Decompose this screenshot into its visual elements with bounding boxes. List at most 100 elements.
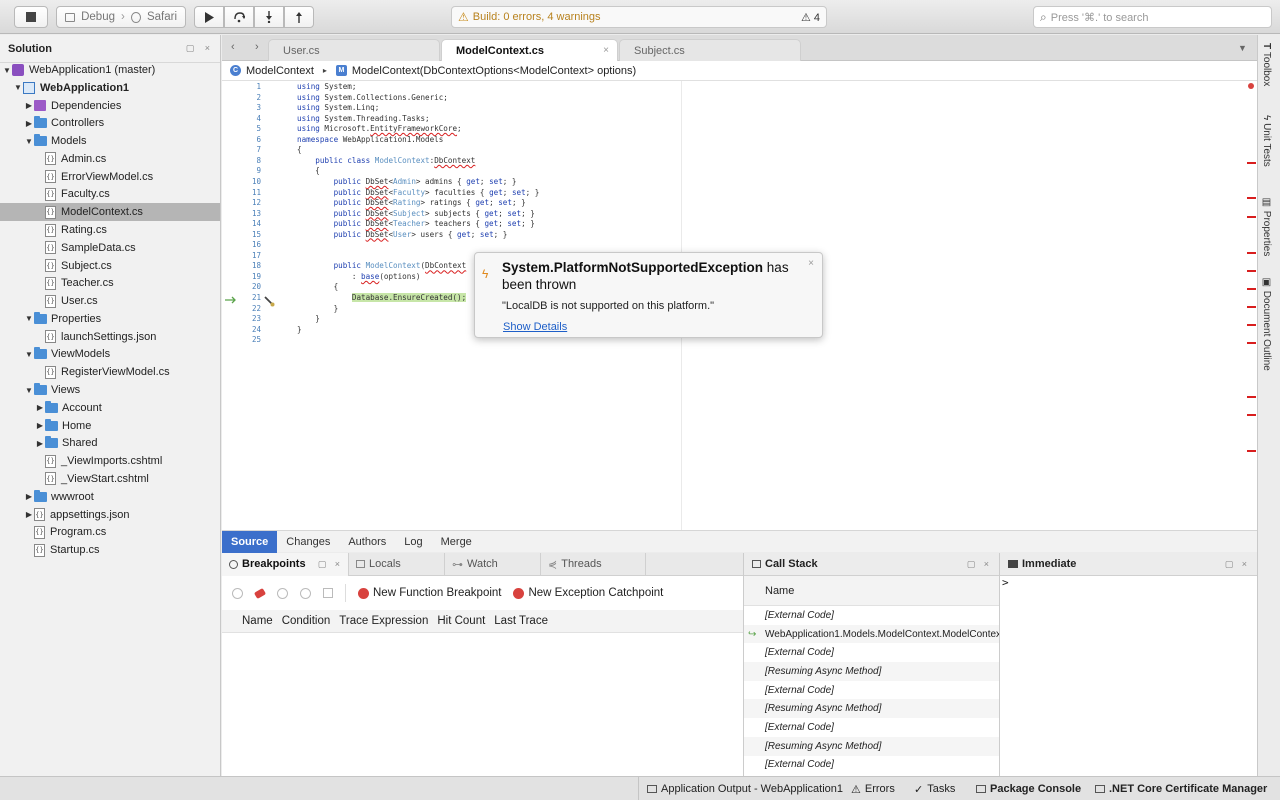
- error-marker[interactable]: [1247, 396, 1256, 398]
- column-last-trace[interactable]: Last Trace: [494, 615, 548, 627]
- code-line[interactable]: public DbSet<Teacher> teachers { get; se…: [297, 219, 535, 230]
- collapsed-arrow-icon[interactable]: ▶: [24, 510, 34, 519]
- code-line[interactable]: public DbSet<Subject> subjects { get; se…: [297, 209, 535, 220]
- tab-source[interactable]: Source: [222, 530, 278, 553]
- tree-item[interactable]: ▶ Dependencies: [0, 97, 220, 115]
- code-line[interactable]: public DbSet<User> users { get; set; }: [297, 230, 508, 241]
- tree-item[interactable]: {} _ViewImports.cshtml: [0, 452, 220, 470]
- remove-breakpoint-icon[interactable]: [253, 587, 267, 599]
- tab-modelcontext-cs[interactable]: ModelContext.cs ×: [441, 39, 618, 61]
- properties-tab[interactable]: ▤ Properties: [1261, 197, 1272, 256]
- build-status-panel[interactable]: ⚠ Build: 0 errors, 4 warnings ⚠ 4: [451, 6, 827, 28]
- call-stack-frame[interactable]: [External Code]: [744, 718, 999, 737]
- code-line[interactable]: using System;: [297, 82, 356, 93]
- tree-item[interactable]: {} Startup.cs: [0, 541, 220, 559]
- breadcrumb-class[interactable]: ModelContext: [246, 65, 314, 77]
- column-name[interactable]: Name: [242, 615, 273, 627]
- tree-item[interactable]: ▼ Views: [0, 381, 220, 399]
- tree-item[interactable]: ▶{} appsettings.json: [0, 506, 220, 524]
- immediate-input[interactable]: >: [1000, 576, 1257, 589]
- collapsed-arrow-icon[interactable]: ▶: [35, 403, 45, 412]
- collapsed-arrow-icon[interactable]: ▶: [35, 439, 45, 448]
- unit-tests-tab[interactable]: ϟ Unit Tests: [1261, 115, 1272, 167]
- pad-controls[interactable]: ▢ ×: [967, 559, 992, 570]
- clear-breakpoints-icon[interactable]: [300, 587, 311, 599]
- collapsed-arrow-icon[interactable]: ▶: [24, 492, 34, 501]
- tree-item[interactable]: {} RegisterViewModel.cs: [0, 363, 220, 381]
- document-outline-tab[interactable]: ▣ Document Outline: [1261, 277, 1272, 371]
- toolbox-tab[interactable]: T Toolbox: [1261, 43, 1272, 86]
- code-line[interactable]: }: [297, 314, 320, 325]
- tree-item[interactable]: {} Rating.cs: [0, 221, 220, 239]
- code-line[interactable]: public class ModelContext:DbContext: [297, 156, 475, 167]
- error-marker[interactable]: [1247, 324, 1256, 326]
- application-output-button[interactable]: Application Output - WebApplication1: [638, 777, 843, 800]
- tree-item[interactable]: ▼ WebApplication1 (master): [0, 61, 220, 79]
- show-details-link[interactable]: Show Details: [503, 321, 567, 333]
- breakpoint-properties-icon[interactable]: [323, 588, 333, 598]
- error-marker[interactable]: [1247, 270, 1256, 272]
- error-marker[interactable]: [1247, 342, 1256, 344]
- popup-close-icon[interactable]: ×: [808, 258, 814, 269]
- collapsed-arrow-icon[interactable]: ▶: [24, 101, 34, 110]
- tab-overflow-icon[interactable]: ▼: [1238, 43, 1247, 53]
- expanded-arrow-icon[interactable]: ▼: [24, 314, 34, 323]
- tree-item[interactable]: {} ModelContext.cs: [0, 203, 220, 222]
- code-line[interactable]: using System.Collections.Generic;: [297, 93, 448, 104]
- tree-item[interactable]: ▼ WebApplication1: [0, 79, 220, 97]
- error-marker[interactable]: [1247, 216, 1256, 218]
- call-stack-frame[interactable]: [Resuming Async Method]: [744, 699, 999, 719]
- code-line[interactable]: using System.Linq;: [297, 103, 379, 114]
- nav-back-icon[interactable]: ‹: [231, 41, 235, 53]
- error-marker[interactable]: [1247, 414, 1256, 416]
- code-line[interactable]: using Microsoft.EntityFrameworkCore;: [297, 124, 462, 135]
- new-function-breakpoint-button[interactable]: New Function Breakpoint: [358, 587, 501, 599]
- call-stack-frame[interactable]: [External Code]: [744, 756, 999, 775]
- step-out-button[interactable]: [284, 6, 314, 28]
- run-configuration-selector[interactable]: Debug › Safari: [56, 6, 186, 28]
- tree-item[interactable]: {} User.cs: [0, 292, 220, 310]
- call-stack-frame[interactable]: [Resuming Async Method]: [744, 662, 999, 681]
- package-console-button[interactable]: Package Console: [968, 777, 1081, 800]
- pad-controls[interactable]: ▢ ×: [186, 43, 214, 54]
- tree-item[interactable]: {} ErrorViewModel.cs: [0, 168, 220, 186]
- tree-item[interactable]: ▶ Home: [0, 417, 220, 435]
- error-marker[interactable]: [1247, 252, 1256, 254]
- tree-item[interactable]: {} Program.cs: [0, 523, 220, 541]
- tab-breakpoints[interactable]: Breakpoints ▢ ×: [222, 552, 349, 576]
- enable-breakpoint-icon[interactable]: [232, 587, 243, 599]
- tab-merge[interactable]: Merge: [432, 531, 481, 553]
- stop-button[interactable]: [14, 6, 48, 28]
- step-over-button[interactable]: [224, 6, 254, 28]
- code-line[interactable]: {: [297, 166, 320, 177]
- code-line[interactable]: public ModelContext(DbContext: [297, 261, 467, 272]
- tree-item[interactable]: {} _ViewStart.cshtml: [0, 470, 220, 488]
- code-line[interactable]: {: [297, 282, 339, 293]
- code-line[interactable]: }: [297, 325, 302, 336]
- tree-item[interactable]: ▶ Shared: [0, 434, 220, 452]
- tab-changes[interactable]: Changes: [277, 531, 339, 553]
- new-exception-catchpoint-button[interactable]: New Exception Catchpoint: [513, 587, 663, 599]
- pad-controls[interactable]: ▢ ×: [1225, 559, 1250, 570]
- pad-controls[interactable]: ▢ ×: [318, 559, 343, 570]
- search-input[interactable]: ⌕ Press '⌘.' to search: [1033, 6, 1272, 28]
- close-tab-icon[interactable]: ×: [603, 45, 609, 56]
- tab-log[interactable]: Log: [395, 531, 431, 553]
- column-hit-count[interactable]: Hit Count: [437, 615, 485, 627]
- step-into-button[interactable]: [254, 6, 284, 28]
- tree-item[interactable]: {} Teacher.cs: [0, 274, 220, 292]
- code-line[interactable]: public DbSet<Faculty> faculties { get; s…: [297, 188, 540, 199]
- error-marker[interactable]: [1247, 162, 1256, 164]
- error-marker[interactable]: [1247, 197, 1256, 199]
- tree-item[interactable]: ▶ Account: [0, 399, 220, 417]
- tab-subject-cs[interactable]: Subject.cs: [619, 39, 801, 61]
- code-line[interactable]: : base(options): [297, 272, 421, 283]
- tree-item[interactable]: ▼ Properties: [0, 310, 220, 328]
- tree-item[interactable]: ▼ Models: [0, 132, 220, 150]
- call-stack-frame[interactable]: [External Code]: [744, 606, 999, 625]
- expanded-arrow-icon[interactable]: ▼: [13, 83, 23, 92]
- tree-item[interactable]: ▶ wwwroot: [0, 488, 220, 506]
- tree-item[interactable]: {} Subject.cs: [0, 257, 220, 275]
- tree-item[interactable]: {} Admin.cs: [0, 150, 220, 168]
- column-condition[interactable]: Condition: [282, 615, 331, 627]
